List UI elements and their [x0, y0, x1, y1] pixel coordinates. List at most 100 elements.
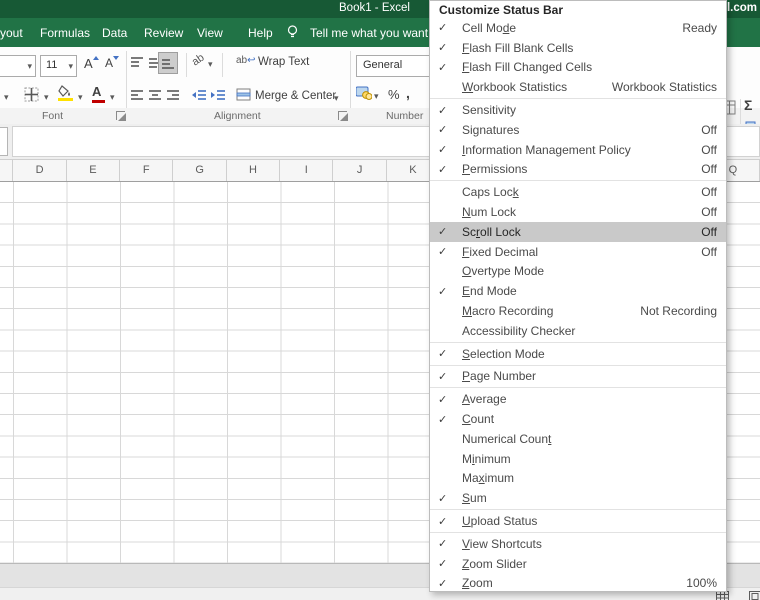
- menu-item-caps-lock[interactable]: Caps Lock Off: [430, 182, 726, 202]
- menu-item-label: Sensitivity: [462, 103, 517, 118]
- menu-item-fixed-decimal[interactable]: ✓ Fixed Decimal Off: [430, 242, 726, 262]
- font-size-combo[interactable]: 11 ▾: [40, 55, 77, 77]
- increase-font-size-button[interactable]: A: [84, 56, 99, 71]
- chevron-down-icon[interactable]: ▾: [78, 92, 83, 103]
- checkmark-icon: ✓: [438, 61, 448, 74]
- checkmark-icon: ✓: [438, 515, 448, 528]
- checkmark-icon: ✓: [438, 104, 448, 117]
- menu-item-numerical-count[interactable]: Numerical Count: [430, 429, 726, 449]
- menu-item-average[interactable]: ✓ Average: [430, 389, 726, 409]
- decrease-font-size-button[interactable]: A: [105, 56, 120, 70]
- menu-item-value: Off: [701, 224, 717, 239]
- tab-review[interactable]: Review: [144, 26, 183, 40]
- menu-item-macro-recording[interactable]: Macro Recording Not Recording: [430, 301, 726, 321]
- column-header-i[interactable]: I: [280, 160, 334, 181]
- menu-item-cell-mode[interactable]: ✓ Cell Mode Ready: [430, 18, 726, 38]
- chevron-down-icon[interactable]: ▾: [208, 59, 213, 70]
- top-align-button[interactable]: [130, 56, 144, 73]
- menu-item-zoom-slider[interactable]: ✓ Zoom Slider: [430, 554, 726, 574]
- chevron-down-icon[interactable]: ▾: [110, 92, 115, 103]
- name-box[interactable]: [0, 127, 8, 156]
- menu-item-label: Signatures: [462, 122, 520, 137]
- font-group-label: Font: [42, 110, 64, 122]
- alignment-dialog-launcher[interactable]: [338, 111, 348, 121]
- excel-window: Book1 - Excel l.com Tell me what you wan…: [0, 0, 760, 600]
- menu-item-label: Average: [462, 392, 507, 407]
- menu-item-view-shortcuts[interactable]: ✓ View Shortcuts: [430, 534, 726, 554]
- menu-item-count[interactable]: ✓ Count: [430, 409, 726, 429]
- checkmark-icon: ✓: [438, 370, 448, 383]
- decrease-indent-button[interactable]: [192, 89, 207, 106]
- chevron-down-icon[interactable]: ▾: [44, 92, 49, 103]
- tab-yout[interactable]: yout: [0, 26, 23, 40]
- column-header-h[interactable]: H: [227, 160, 281, 181]
- tab-view[interactable]: View: [197, 26, 223, 40]
- comma-style-button[interactable]: ,: [406, 85, 410, 101]
- tab-data[interactable]: Data: [102, 26, 127, 40]
- align-right-button[interactable]: [166, 89, 180, 106]
- column-header-j[interactable]: J: [333, 160, 387, 181]
- menu-item-workbook-statistics[interactable]: Workbook Statistics Workbook Statistics: [430, 77, 726, 97]
- menu-item-label: Page Number: [462, 369, 537, 384]
- bottom-align-button-selected[interactable]: [158, 52, 178, 74]
- menu-item-sum[interactable]: ✓ Sum: [430, 488, 726, 508]
- menu-item-end-mode[interactable]: ✓ End Mode: [430, 281, 726, 301]
- font-color-button[interactable]: A: [92, 84, 105, 103]
- percent-style-button[interactable]: %: [388, 87, 400, 102]
- tab-formulas[interactable]: Formulas: [40, 26, 90, 40]
- wrap-text-icon: ab↩: [236, 55, 256, 66]
- menu-item-value: Workbook Statistics: [611, 80, 717, 95]
- menu-item-label: Selection Mode: [462, 346, 545, 361]
- menu-item-scroll-lock[interactable]: ✓ Scroll Lock Off: [430, 221, 726, 242]
- menu-item-maximum[interactable]: Maximum: [430, 469, 726, 489]
- menu-item-label: Num Lock: [462, 205, 517, 220]
- page-layout-view-icon[interactable]: [749, 589, 760, 600]
- fill-color-button[interactable]: [58, 85, 75, 101]
- font-name-combo[interactable]: ▾: [0, 55, 36, 77]
- menu-item-signatures[interactable]: ✓ Signatures Off: [430, 120, 726, 140]
- checkmark-icon: ✓: [438, 492, 448, 505]
- checkmark-icon: ✓: [438, 163, 448, 176]
- font-dialog-launcher[interactable]: [116, 111, 126, 121]
- menu-item-label: Fixed Decimal: [462, 244, 539, 259]
- autosum-button[interactable]: Σ: [744, 97, 752, 113]
- align-left-button[interactable]: [130, 89, 144, 106]
- tab-help[interactable]: Help: [248, 26, 273, 40]
- window-title: Book1 - Excel: [339, 2, 410, 14]
- increase-indent-button[interactable]: [211, 89, 226, 106]
- accounting-format-button[interactable]: [355, 86, 373, 103]
- align-center-button[interactable]: [148, 89, 162, 106]
- menu-item-minimum[interactable]: Minimum: [430, 449, 726, 469]
- orientation-button[interactable]: ab: [190, 52, 207, 69]
- merge-center-button[interactable]: Merge & Center: [255, 90, 336, 102]
- menu-item-information-management-policy[interactable]: ✓ Information Management Policy Off: [430, 140, 726, 160]
- font-color-swatch: [92, 100, 105, 103]
- wrap-text-button[interactable]: Wrap Text: [258, 56, 309, 68]
- menu-item-page-number[interactable]: ✓ Page Number: [430, 367, 726, 387]
- menu-item-overtype-mode[interactable]: Overtype Mode: [430, 262, 726, 282]
- number-format-value: General: [363, 59, 403, 71]
- menu-item-num-lock[interactable]: Num Lock Off: [430, 202, 726, 222]
- menu-item-zoom[interactable]: ✓ Zoom 100%: [430, 574, 726, 594]
- menu-item-accessibility-checker[interactable]: Accessibility Checker: [430, 321, 726, 341]
- column-header-g[interactable]: G: [173, 160, 227, 181]
- menu-item-selection-mode[interactable]: ✓ Selection Mode: [430, 344, 726, 364]
- column-header-d[interactable]: D: [13, 160, 67, 181]
- menu-item-label: Sum: [462, 491, 487, 506]
- underline-dropdown[interactable]: ▾: [4, 92, 9, 103]
- column-header-e[interactable]: E: [67, 160, 121, 181]
- column-header-partial[interactable]: [0, 160, 14, 181]
- menu-item-permissions[interactable]: ✓ Permissions Off: [430, 160, 726, 180]
- menu-item-upload-status[interactable]: ✓ Upload Status: [430, 511, 726, 531]
- chevron-down-icon[interactable]: ▾: [374, 91, 379, 102]
- menu-item-flash-fill-blank-cells[interactable]: ✓ Flash Fill Blank Cells: [430, 38, 726, 58]
- checkmark-icon: ✓: [438, 348, 448, 361]
- menu-item-sensitivity[interactable]: ✓ Sensitivity: [430, 100, 726, 120]
- menu-separator: [430, 509, 726, 511]
- column-header-f[interactable]: F: [120, 160, 174, 181]
- divider: [222, 53, 223, 77]
- menu-item-flash-fill-changed-cells[interactable]: ✓ Flash Fill Changed Cells: [430, 58, 726, 78]
- chevron-down-icon[interactable]: ▾: [334, 93, 339, 104]
- borders-button[interactable]: [24, 87, 39, 105]
- alignment-group-label: Alignment: [214, 110, 261, 122]
